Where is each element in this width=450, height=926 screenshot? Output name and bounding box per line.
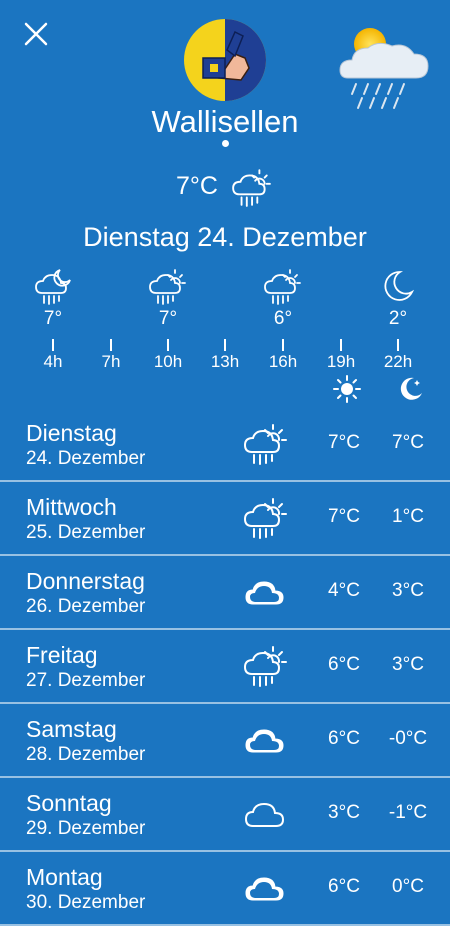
- day-name: Mittwoch: [26, 494, 117, 520]
- day-date: 26. Dezember: [26, 596, 146, 617]
- hour-tick: [282, 339, 284, 351]
- hour-tick: [110, 339, 112, 351]
- cloud-icon: [245, 729, 284, 753]
- hour-temp: 7°: [43, 308, 63, 329]
- day-name: Dienstag: [26, 420, 117, 446]
- day-low-temp: 3°C: [392, 580, 424, 601]
- sun-icon: [333, 375, 361, 403]
- cloud-icon: [245, 877, 284, 901]
- day-name: Montag: [26, 864, 103, 890]
- day-row[interactable]: Donnerstag 26. Dezember 4°C 3°C: [0, 556, 450, 630]
- rain-sun-icon: [244, 424, 287, 465]
- rain-moon-icon: [35, 269, 71, 305]
- day-row[interactable]: Montag 30. Dezember 6°C 0°C: [0, 852, 450, 926]
- sun-cloud-rain-icon: [339, 28, 429, 109]
- day-high-temp: 6°C: [328, 654, 360, 675]
- day-high-temp: 4°C: [328, 580, 360, 601]
- hour-tick: [224, 339, 226, 351]
- hour-tick: [167, 339, 169, 351]
- cloud-outline-icon: [245, 803, 284, 827]
- day-low-temp: 3°C: [392, 654, 424, 675]
- hour-tick: [397, 339, 399, 351]
- hour-label: 16h: [268, 352, 298, 371]
- city-name: Wallisellen: [151, 104, 299, 139]
- hour-label: 4h: [43, 352, 63, 371]
- day-date: 24. Dezember: [26, 448, 146, 469]
- day-name: Samstag: [26, 716, 117, 742]
- day-date: 28. Dezember: [26, 744, 146, 765]
- day-low-temp: -1°C: [388, 802, 428, 823]
- current-date: Dienstag 24. Dezember: [83, 222, 367, 252]
- day-high-temp: 6°C: [328, 728, 360, 749]
- page-indicator[interactable]: [0, 140, 450, 147]
- cloud-icon: [245, 581, 284, 605]
- rain-sun-icon: [244, 498, 287, 539]
- day-high-temp: 6°C: [328, 876, 360, 897]
- hour-tick: [340, 339, 342, 351]
- day-low-temp: 1°C: [392, 506, 424, 527]
- hour-label: 19h: [326, 352, 356, 371]
- day-row[interactable]: Mittwoch 25. Dezember 7°C 1°C: [0, 482, 450, 556]
- day-date: 30. Dezember: [26, 892, 146, 913]
- hour-label: 13h: [210, 352, 240, 371]
- day-high-temp: 7°C: [328, 432, 360, 453]
- coat-of-arms-icon: [184, 19, 266, 101]
- day-high-temp: 7°C: [328, 506, 360, 527]
- day-row[interactable]: Freitag 27. Dezember 6°C 3°C: [0, 630, 450, 704]
- day-row[interactable]: Dienstag 24. Dezember 7°C 7°C: [0, 408, 450, 482]
- rain-sun-icon: [264, 269, 301, 305]
- hour-label: 22h: [383, 352, 413, 371]
- day-low-temp: 7°C: [392, 432, 424, 453]
- hour-label: 7h: [101, 352, 121, 371]
- day-name: Sonntag: [26, 790, 112, 816]
- moon-icon: [400, 377, 422, 400]
- day-date: 29. Dezember: [26, 818, 146, 839]
- day-row[interactable]: Samstag 28. Dezember 6°C -0°C: [0, 704, 450, 778]
- day-name: Freitag: [26, 642, 98, 668]
- day-low-temp: 0°C: [392, 876, 424, 897]
- hour-temp: 2°: [388, 308, 408, 329]
- day-low-temp: -0°C: [388, 728, 428, 749]
- hour-label: 10h: [153, 352, 183, 371]
- close-icon[interactable]: [22, 20, 50, 48]
- day-date: 27. Dezember: [26, 670, 146, 691]
- hour-temp: 6°: [273, 308, 293, 329]
- rain-sun-icon: [244, 646, 287, 687]
- current-temperature: 7°C: [176, 172, 218, 200]
- day-high-temp: 3°C: [328, 802, 360, 823]
- day-row[interactable]: Sonntag 29. Dezember 3°C -1°C: [0, 778, 450, 852]
- rain-sun-icon: [232, 169, 271, 207]
- moon-icon: [384, 271, 413, 301]
- rain-sun-icon: [149, 269, 186, 305]
- hour-temp: 7°: [158, 308, 178, 329]
- day-date: 25. Dezember: [26, 522, 146, 543]
- day-name: Donnerstag: [26, 568, 145, 594]
- page-dot: [221, 140, 229, 147]
- hour-tick: [52, 339, 54, 351]
